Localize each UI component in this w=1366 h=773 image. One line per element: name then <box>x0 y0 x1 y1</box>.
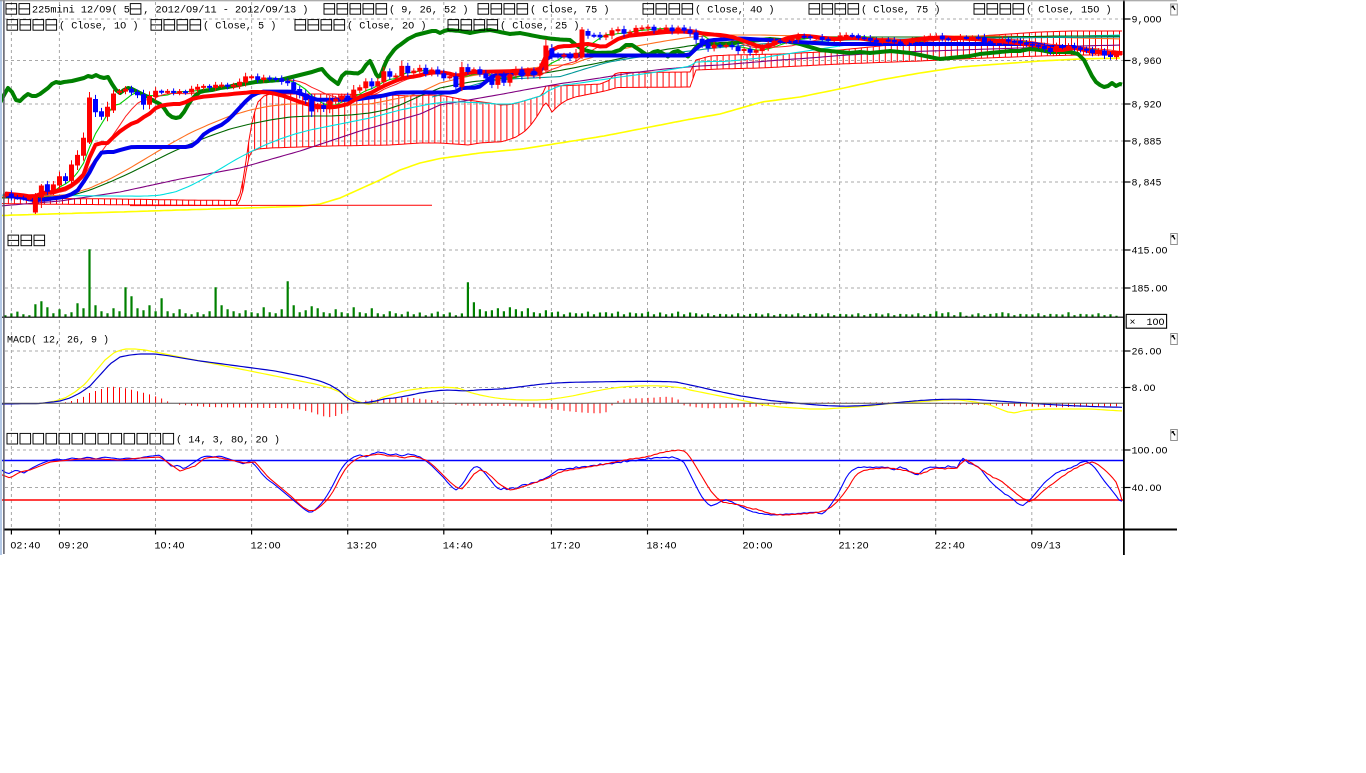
svg-text:1OO.OO: 1OO.OO <box>1132 447 1168 458</box>
svg-text:( Close, 75 ): ( Close, 75 ) <box>530 5 609 17</box>
svg-text:( Close, 4O ): ( Close, 4O ) <box>695 5 774 17</box>
svg-text:8,845: 8,845 <box>1132 179 1162 190</box>
svg-text:8.OO: 8.OO <box>1132 384 1156 395</box>
svg-text:185.OO: 185.OO <box>1132 285 1168 296</box>
svg-text:( 14, 3, 8O, 2O ): ( 14, 3, 8O, 2O ) <box>176 434 280 446</box>
svg-text:O9:2O: O9:2O <box>58 542 88 553</box>
svg-text:8,885: 8,885 <box>1132 138 1162 149</box>
svg-text:( Close, 25 ): ( Close, 25 ) <box>500 21 579 33</box>
svg-text:14:4O: 14:4O <box>443 542 473 553</box>
svg-text:22:4O: 22:4O <box>935 542 965 553</box>
svg-text:13:2O: 13:2O <box>347 542 377 553</box>
svg-text:( Close, 2O ): ( Close, 2O ) <box>347 21 426 33</box>
svg-text:( Close, 5 ): ( Close, 5 ) <box>203 21 276 33</box>
svg-text:1OO: 1OO <box>1147 318 1165 329</box>
svg-text:O2:4O: O2:4O <box>10 542 40 553</box>
svg-text:8,92O: 8,92O <box>1132 101 1162 112</box>
svg-text:( Close, 75 ): ( Close, 75 ) <box>861 5 940 17</box>
svg-text:, 2O12/O9/11 - 2O12/O9/13 ): , 2O12/O9/11 - 2O12/O9/13 ) <box>143 5 308 17</box>
svg-text:×: × <box>1130 318 1136 329</box>
svg-text:17:2O: 17:2O <box>550 542 580 553</box>
svg-text:8,96O: 8,96O <box>1132 57 1162 68</box>
svg-text:26.OO: 26.OO <box>1132 348 1162 359</box>
svg-text:MACD( 12, 26, 9 ): MACD( 12, 26, 9 ) <box>7 335 109 347</box>
svg-text:18:4O: 18:4O <box>647 542 677 553</box>
svg-text:415.OO: 415.OO <box>1132 247 1168 258</box>
svg-text:4O.OO: 4O.OO <box>1132 484 1162 495</box>
svg-text:O9/13: O9/13 <box>1031 541 1061 553</box>
svg-text:( 9, 26, 52 ): ( 9, 26, 52 ) <box>389 5 468 17</box>
svg-text:( Close, 1O ): ( Close, 1O ) <box>59 21 138 33</box>
svg-text:2O:OO: 2O:OO <box>743 542 773 553</box>
svg-text:225mini 12/O9( 5: 225mini 12/O9( 5 <box>32 5 130 17</box>
svg-text:( Close, 15O ): ( Close, 15O ) <box>1026 5 1112 17</box>
svg-text:1O:4O: 1O:4O <box>155 542 185 553</box>
svg-text:12:OO: 12:OO <box>251 542 281 553</box>
svg-text:9,OOO: 9,OOO <box>1132 16 1162 27</box>
svg-text:21:2O: 21:2O <box>839 542 869 553</box>
